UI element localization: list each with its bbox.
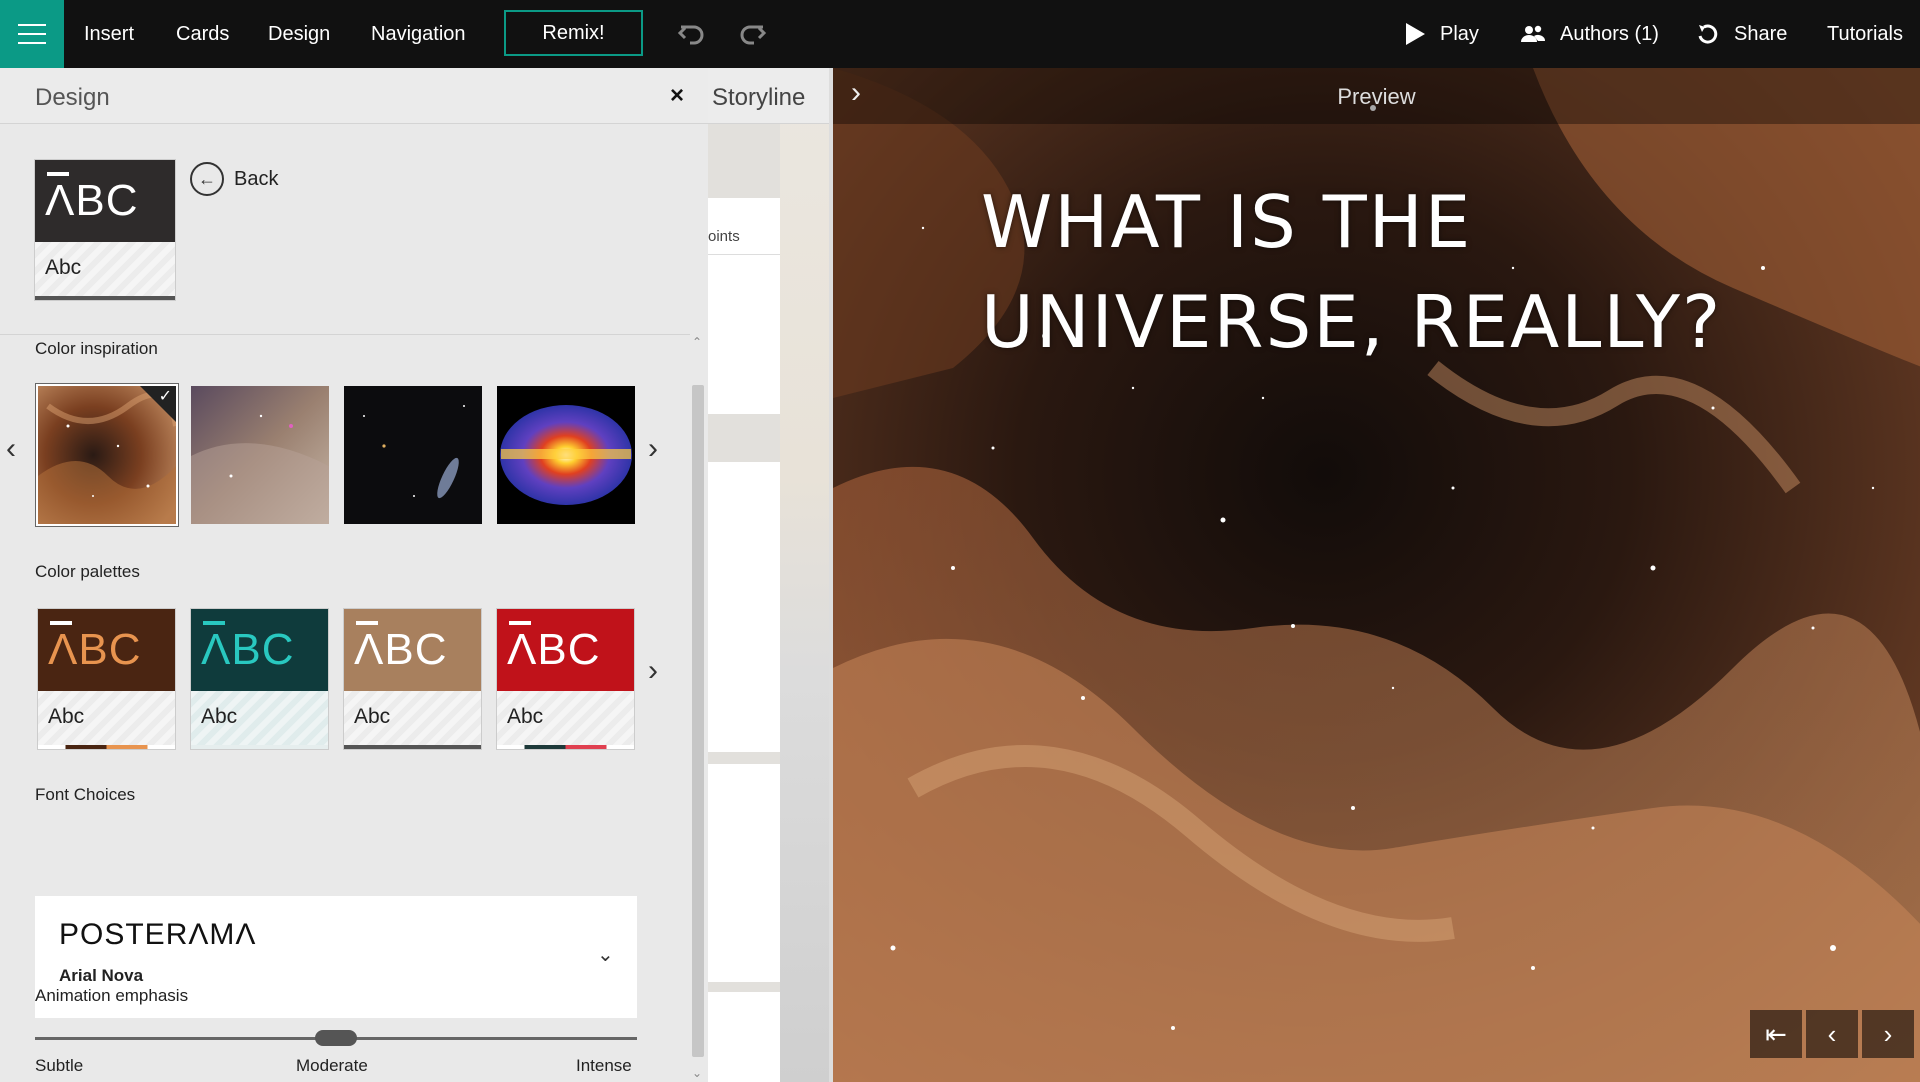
color-palettes-label: Color palettes bbox=[35, 562, 140, 581]
redo-icon[interactable] bbox=[736, 18, 768, 50]
design-panel-header: Design × bbox=[0, 68, 708, 124]
theme-heading-sample: ΛBC bbox=[45, 176, 139, 225]
undo-icon[interactable] bbox=[676, 18, 708, 50]
back-arrow-icon: ← bbox=[190, 162, 224, 196]
divider bbox=[0, 334, 690, 335]
authors-button[interactable]: Authors (1) bbox=[1520, 0, 1659, 68]
preview-label: Preview bbox=[1337, 84, 1416, 109]
hamburger-menu-icon[interactable] bbox=[0, 0, 64, 68]
tutorials-button[interactable]: Tutorials bbox=[1827, 0, 1903, 68]
palette-card-teal[interactable]: ΛBC Abc bbox=[191, 609, 328, 749]
current-theme-card[interactable]: ΛBC Abc bbox=[35, 160, 175, 300]
slider-label-moderate: Moderate bbox=[296, 1056, 368, 1075]
first-slide-button[interactable]: ⇤ bbox=[1750, 1010, 1802, 1058]
preview-header: › Preview bbox=[833, 68, 1920, 124]
remix-button[interactable]: Remix! bbox=[504, 10, 643, 56]
palette-card-red[interactable]: ΛBC Abc bbox=[497, 609, 634, 749]
palette-card-tan[interactable]: ΛBC Abc bbox=[344, 609, 481, 749]
storyline-title[interactable]: Storyline bbox=[712, 84, 805, 112]
menu-navigation[interactable]: Navigation bbox=[371, 0, 466, 68]
chevron-down-icon: ⌄ bbox=[597, 944, 614, 966]
menu-insert[interactable]: Insert bbox=[84, 0, 134, 68]
scroll-up-icon[interactable]: ⌃ bbox=[692, 335, 702, 349]
nebula-image[interactable]: ✓ bbox=[38, 386, 176, 524]
menu-design[interactable]: Design bbox=[268, 0, 330, 68]
design-panel: Design × ΛBC Abc ← Back Color inspiratio… bbox=[0, 68, 708, 1082]
animation-slider-thumb[interactable] bbox=[315, 1030, 357, 1046]
next-slide-button[interactable]: › bbox=[1862, 1010, 1914, 1058]
authors-label: Authors (1) bbox=[1560, 22, 1659, 45]
font-body-name: Arial Nova bbox=[59, 966, 144, 985]
checkmark-icon: ✓ bbox=[158, 388, 172, 405]
font-heading-name: POSTERΛMΛ bbox=[59, 918, 257, 951]
play-button[interactable]: Play bbox=[1404, 0, 1479, 68]
play-icon bbox=[1406, 23, 1425, 45]
share-label: Share bbox=[1734, 22, 1788, 45]
theme-body-sample: Abc bbox=[45, 256, 82, 279]
chevron-right-icon[interactable]: › bbox=[648, 432, 658, 466]
storyline-card[interactable] bbox=[708, 764, 780, 982]
preview-card-title: WHAT IS THE UNIVERSE, REALLY? bbox=[981, 180, 1723, 364]
previous-slide-button[interactable]: ‹ bbox=[1806, 1010, 1858, 1058]
chevron-left-icon[interactable]: ‹ bbox=[6, 432, 16, 466]
menu-cards[interactable]: Cards bbox=[176, 0, 229, 68]
scroll-down-icon[interactable]: ⌄ bbox=[692, 1066, 702, 1080]
galaxy-image[interactable] bbox=[344, 386, 482, 524]
storyline-card-label: Points bbox=[708, 228, 740, 245]
scrollbar-thumb[interactable] bbox=[692, 385, 704, 1057]
back-label: Back bbox=[234, 167, 279, 190]
storyline-panel: Storyline Points bbox=[708, 68, 829, 1082]
purple-dust-image[interactable] bbox=[191, 386, 329, 524]
design-panel-title: Design bbox=[35, 84, 110, 111]
close-icon[interactable]: × bbox=[670, 82, 684, 110]
play-label: Play bbox=[1440, 22, 1479, 45]
storyline-card[interactable]: Points bbox=[708, 198, 780, 414]
chevron-right-icon: › bbox=[1883, 1018, 1893, 1049]
font-choices-label: Font Choices bbox=[35, 785, 136, 804]
slider-label-intense: Intense bbox=[576, 1056, 632, 1075]
app-toolbar: Insert Cards Design Navigation Remix! Pl… bbox=[0, 0, 1920, 68]
storyline-card[interactable] bbox=[708, 462, 780, 752]
radiation-map-image[interactable] bbox=[497, 386, 635, 524]
share-button[interactable]: Share bbox=[1696, 0, 1787, 68]
back-button[interactable]: ← Back bbox=[190, 162, 278, 196]
animation-emphasis-label: Animation emphasis bbox=[35, 986, 189, 1005]
chevron-left-icon: ‹ bbox=[1827, 1018, 1837, 1049]
chevron-right-icon[interactable]: › bbox=[648, 654, 658, 688]
storyline-card[interactable] bbox=[708, 992, 780, 1082]
color-inspiration-label: Color inspiration bbox=[35, 339, 158, 358]
people-icon bbox=[1521, 25, 1546, 42]
palette-card-brown[interactable]: ΛBC Abc bbox=[38, 609, 175, 749]
preview-pane: › Preview WHAT IS THE UNIVERSE, REALLY? … bbox=[829, 68, 1920, 1082]
slider-label-subtle: Subtle bbox=[35, 1056, 84, 1075]
skip-to-start-icon: ⇤ bbox=[1765, 1018, 1787, 1049]
share-icon bbox=[1698, 24, 1718, 44]
